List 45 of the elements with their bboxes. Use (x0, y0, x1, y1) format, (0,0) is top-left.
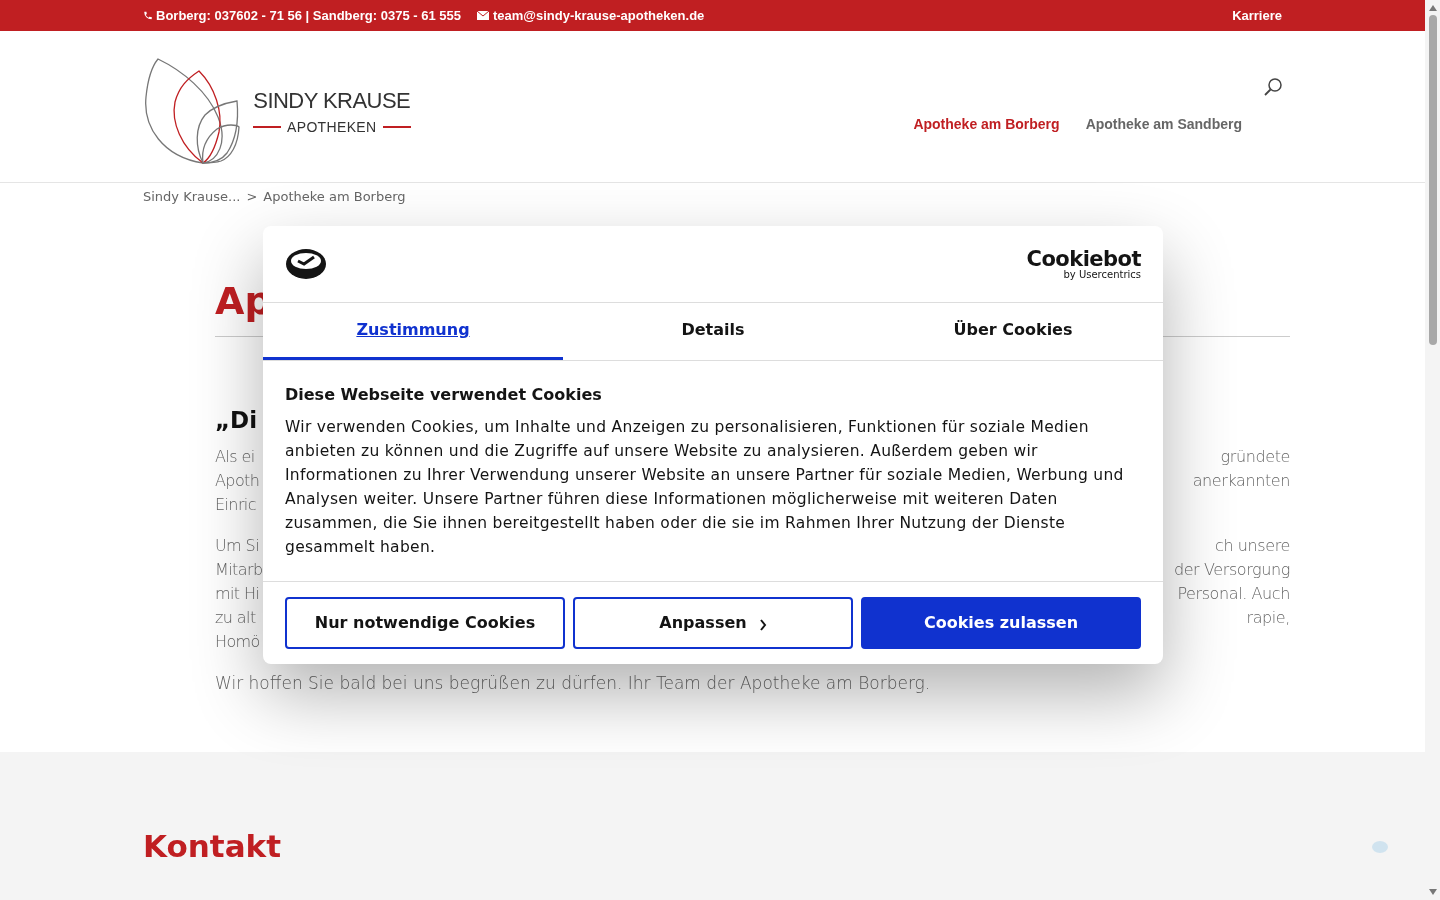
cookiebot-brand: Cookiebot (1026, 248, 1141, 270)
paragraph-text: Mitarb (215, 559, 263, 581)
scrollbar[interactable] (1425, 0, 1440, 900)
section-heading: „Di (215, 406, 258, 435)
dialog-tab[interactable]: Zustimmung (263, 303, 563, 360)
logo-subtitle: APOTHEKEN (287, 117, 377, 137)
cookie-button[interactable]: Anpassen (573, 597, 853, 649)
leaf-logo-icon (143, 56, 241, 165)
scroll-down-icon[interactable] (1428, 889, 1437, 895)
dialog-heading: Diese Webseite verwendet Cookies (285, 384, 603, 406)
breadcrumb-current: Apotheke am Borberg (263, 188, 406, 206)
cookiebot-byline: by Usercentrics (1063, 269, 1141, 280)
breadcrumb-link[interactable]: Sindy Krause... (143, 185, 241, 208)
paragraph-text: anerkannten (1192, 470, 1290, 492)
paragraph-text: rapie, (1246, 607, 1290, 629)
paragraph-text: gründete (1220, 446, 1290, 468)
paragraph-text: mit Hi (215, 583, 260, 605)
closing-text: Wir hoffen Sie bald bei uns begrüßen zu dürfen. Ihr Team der Apotheke am Borberg. (215, 672, 932, 695)
paragraph-text: Personal. Auch (1177, 583, 1290, 605)
cookie-button[interactable]: Nur notwendige Cookies (285, 597, 565, 649)
search-icon[interactable] (1264, 78, 1282, 96)
email-link[interactable]: team@sindy-krause-apotheken.de (492, 5, 705, 26)
paragraph-text: Um Si (215, 535, 259, 557)
contact-title: Kontakt (143, 827, 283, 866)
paragraph-text: Apoth (215, 470, 260, 492)
paragraph-text: der Versorgung (1173, 559, 1290, 581)
nav-link[interactable]: Apotheke am Borberg (913, 114, 1060, 135)
nav-link[interactable]: Apotheke am Sandberg (1085, 114, 1242, 135)
phone-icon (143, 10, 153, 21)
cookie-button[interactable]: Cookies zulassen (861, 597, 1141, 649)
paragraph-text: Homö (215, 631, 260, 653)
scrollbar-thumb[interactable] (1428, 15, 1437, 345)
phone-numbers: Borberg: 037602 - 71 56 | Sandberg: 0375 - 61 555 (156, 6, 461, 25)
mail-icon (476, 11, 489, 20)
career-link[interactable]: Karriere (1232, 5, 1282, 26)
chevron-right-icon (758, 619, 767, 631)
dialog-text: Wir verwenden Cookies, um Inhalte und Anzeigen zu personalisieren, Funktionen für soziale Medien anbieten zu können und die Zugriffe auf unsere Website zu analysieren. Außerdem geben wir Informationen zu Ihrer Verwendung unserer Website an unsere Partner für soziale Medien, Werbung und Analysen weiter. Unsere Partner führen diese Informationen möglicherweise mit weiteren Daten zusammen, die Sie ihnen bereitgestellt haben oder die sie im Rahmen Ihrer Nutzung der Dienste gesammelt haben. (285, 417, 1125, 558)
paragraph-text: Als ei (215, 446, 255, 468)
paragraph-text: Einric (215, 494, 256, 516)
cookie-logo-icon (285, 248, 327, 280)
paragraph-text: zu alt (215, 607, 256, 629)
scroll-up-icon[interactable] (1428, 5, 1437, 11)
logo-name: SINDY KRAUSE (253, 86, 411, 115)
breadcrumb-separator: > (246, 188, 258, 206)
paragraph-text: ch unsere (1215, 535, 1290, 557)
